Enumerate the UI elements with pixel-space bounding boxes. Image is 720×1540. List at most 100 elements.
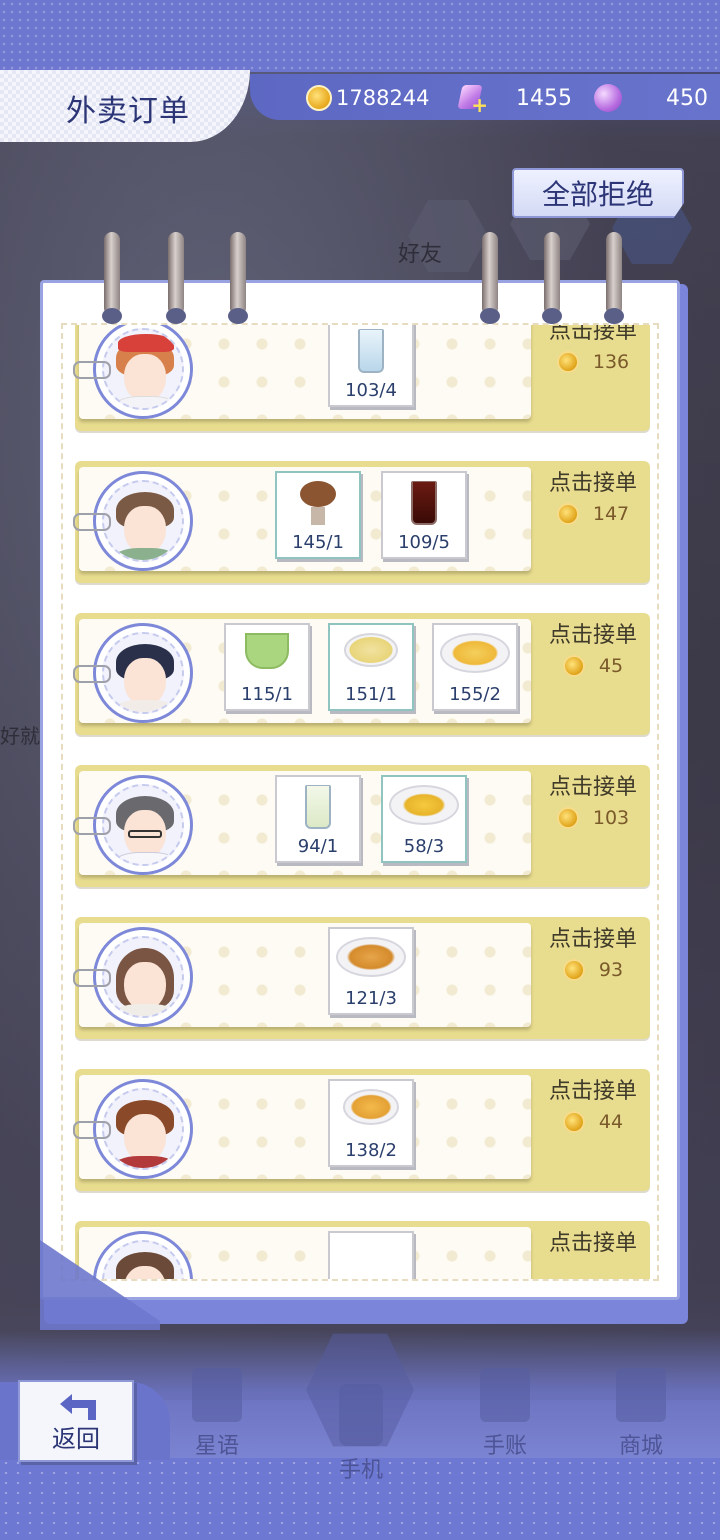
order-items: 115/1 151/1 155/2	[207, 623, 535, 719]
coin-icon	[562, 959, 585, 981]
food-item: 115/1	[224, 623, 310, 711]
item-count: 138/2	[345, 1140, 397, 1161]
phone-icon	[339, 1384, 383, 1446]
item-count: 145/1	[292, 532, 344, 553]
food-item: 94/1	[275, 775, 361, 863]
gold-counter: 1788244	[306, 78, 430, 118]
diamond-counter[interactable]: 1455	[456, 78, 572, 118]
food-item: 121/3	[328, 927, 414, 1015]
chocolate-sundae-icon	[298, 481, 338, 527]
accept-order-button[interactable]: 点击接单	[543, 1225, 643, 1257]
order-card: 138/2	[73, 1075, 531, 1179]
milk-icon	[305, 785, 331, 829]
food-item: 109/5	[381, 471, 467, 559]
accept-label: 点击接单	[548, 1079, 637, 1104]
order-row[interactable]: 121/3 点击接单 93	[73, 917, 650, 1039]
accept-order-button[interactable]: 点击接单 93	[543, 921, 643, 981]
accept-order-button[interactable]: 点击接单 136	[543, 325, 643, 373]
order-items: 121/3	[207, 927, 535, 1023]
order-items: 94/1 58/3	[207, 775, 535, 871]
cards-icon	[192, 1368, 242, 1422]
cake-icon	[389, 785, 459, 825]
accept-order-button[interactable]: 点击接单 44	[543, 1073, 643, 1133]
cola-icon	[411, 481, 437, 525]
order-row[interactable]: 点击接单	[75, 1221, 650, 1279]
fruit-plate-icon	[440, 633, 510, 673]
coin-icon	[562, 1111, 585, 1133]
coin-icon	[556, 351, 579, 373]
food-item: 155/2	[432, 623, 518, 711]
order-reward: 45	[543, 655, 643, 677]
reward-value: 93	[598, 959, 624, 981]
fried-fish-icon	[336, 937, 406, 977]
star-value: 450	[666, 85, 708, 111]
item-count: 155/2	[449, 684, 501, 705]
nav-item-phone[interactable]: 手机	[316, 1384, 406, 1484]
coin-icon	[562, 655, 585, 677]
calendar-check-icon	[480, 1368, 530, 1422]
pancakes-icon	[343, 1089, 399, 1125]
order-reward: 103	[543, 807, 643, 829]
gold-coin-icon	[306, 85, 332, 111]
reward-value: 136	[592, 351, 630, 373]
order-items	[207, 1231, 535, 1279]
accept-label: 点击接单	[548, 1231, 637, 1256]
item-count: 103/4	[345, 380, 397, 401]
corn-soup-icon	[344, 633, 398, 667]
food-item: 151/1	[328, 623, 414, 711]
order-reward: 147	[543, 503, 643, 525]
accept-order-button[interactable]: 点击接单 103	[543, 769, 643, 829]
nav-label: 商城	[618, 1434, 663, 1459]
food-item	[328, 1231, 414, 1279]
star-counter: 450	[594, 78, 708, 118]
paper-clip-icon	[73, 1121, 111, 1139]
food-item: 58/3	[381, 775, 467, 863]
ice-water-icon	[358, 329, 384, 373]
item-count: 109/5	[398, 532, 450, 553]
order-row[interactable]: 115/1 151/1 155/2 点击接单 45	[73, 613, 650, 735]
order-row[interactable]: 138/2 点击接单 44	[73, 1069, 650, 1191]
item-count: 94/1	[297, 836, 339, 857]
order-notebook: 103/4 点击接单 136 145/1 109/5 点击接单 147 115/…	[40, 280, 680, 1300]
back-button[interactable]: 返回	[18, 1380, 134, 1462]
accept-order-button[interactable]: 点击接单 45	[543, 617, 643, 677]
item-count: 151/1	[345, 684, 397, 705]
nav-item-xingyu[interactable]: 星语	[172, 1368, 262, 1460]
order-row[interactable]: 103/4 点击接单 136	[73, 325, 650, 431]
food-item: 145/1	[275, 471, 361, 559]
star-currency-icon	[594, 84, 622, 112]
diamond-value: 1455	[516, 85, 572, 111]
order-row[interactable]: 145/1 109/5 点击接单 147	[73, 461, 650, 583]
order-reward: 44	[543, 1111, 643, 1133]
diamond-plus-icon[interactable]	[456, 83, 488, 117]
resource-bar: 1788244 1455 450	[250, 74, 720, 120]
paper-clip-icon	[73, 665, 111, 683]
back-label: 返回	[52, 1425, 100, 1453]
notebook-ring	[604, 232, 624, 324]
nav-item-journal[interactable]: 手账	[460, 1368, 550, 1460]
item-count: 115/1	[241, 684, 293, 705]
accept-label: 点击接单	[548, 775, 637, 800]
order-row[interactable]: 94/1 58/3 点击接单 103	[73, 765, 650, 887]
notebook-ring	[480, 232, 500, 324]
nav-label: 手机	[338, 1458, 383, 1483]
paper-clip-icon	[73, 969, 111, 987]
nav-label: 手账	[482, 1434, 527, 1459]
reject-all-button[interactable]: 全部拒绝	[512, 168, 684, 218]
accept-order-button[interactable]: 点击接单 147	[543, 465, 643, 525]
order-reward: 136	[543, 351, 643, 373]
reward-value: 103	[592, 807, 630, 829]
order-card	[79, 1227, 531, 1279]
order-items: 138/2	[207, 1079, 535, 1175]
reward-value: 147	[592, 503, 630, 525]
top-band	[0, 0, 720, 72]
order-list[interactable]: 103/4 点击接单 136 145/1 109/5 点击接单 147 115/…	[61, 323, 659, 1281]
order-card: 121/3	[73, 923, 531, 1027]
back-arrow-icon	[60, 1394, 96, 1420]
coin-icon	[556, 503, 579, 525]
accept-label: 点击接单	[548, 927, 637, 952]
notebook-ring	[102, 232, 122, 324]
nav-item-shop[interactable]: 商城	[596, 1368, 686, 1460]
order-items: 145/1 109/5	[207, 471, 535, 567]
order-card: 94/1 58/3	[73, 771, 531, 875]
